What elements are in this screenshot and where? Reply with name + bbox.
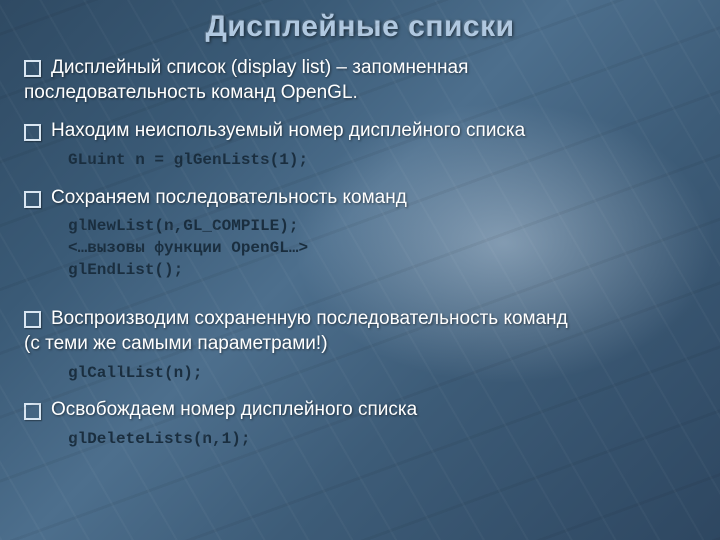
- bullet-text: Воспроизводим сохраненную последовательн…: [51, 308, 568, 329]
- slide-title: Дисплейные списки: [0, 10, 720, 44]
- bullet-text: Дисплейный список (display list) – запом…: [51, 57, 468, 78]
- bullet-block-2: Находим неиспользуемый номер дисплейного…: [24, 119, 696, 171]
- bullet-icon: [24, 191, 41, 208]
- code-snippet-newlist: glNewList(n,GL_COMPILE); <…вызовы функци…: [68, 216, 696, 281]
- bullet-icon: [24, 60, 41, 77]
- bullet-text-cont: (с теми же самыми параметрами!): [24, 332, 696, 357]
- bullet-text: Освобождаем номер дисплейного списка: [51, 398, 417, 423]
- code-snippet-deletelists: glDeleteLists(n,1);: [68, 429, 696, 451]
- code-snippet-genlists: GLuint n = glGenLists(1);: [68, 150, 696, 172]
- code-snippet-calllist: glCallList(n);: [68, 363, 696, 385]
- bullet-block-3: Сохраняем последовательность команд glNe…: [24, 186, 696, 281]
- bullet-icon: [24, 403, 41, 420]
- bullet-icon: [24, 311, 41, 328]
- bullet-text: Находим неиспользуемый номер дисплейного…: [51, 119, 525, 144]
- bullet-icon: [24, 124, 41, 141]
- slide: Дисплейные списки Дисплейный список (dis…: [0, 0, 720, 540]
- bullet-text-cont: последовательность команд OpenGL.: [24, 81, 696, 106]
- bullet-block-5: Освобождаем номер дисплейного списка glD…: [24, 398, 696, 450]
- slide-content: Дисплейный список (display list) – запом…: [24, 56, 696, 464]
- bullet-block-1: Дисплейный список (display list) – запом…: [24, 56, 696, 105]
- bullet-text: Сохраняем последовательность команд: [51, 186, 407, 211]
- bullet-block-4: Воспроизводим сохраненную последовательн…: [24, 307, 696, 384]
